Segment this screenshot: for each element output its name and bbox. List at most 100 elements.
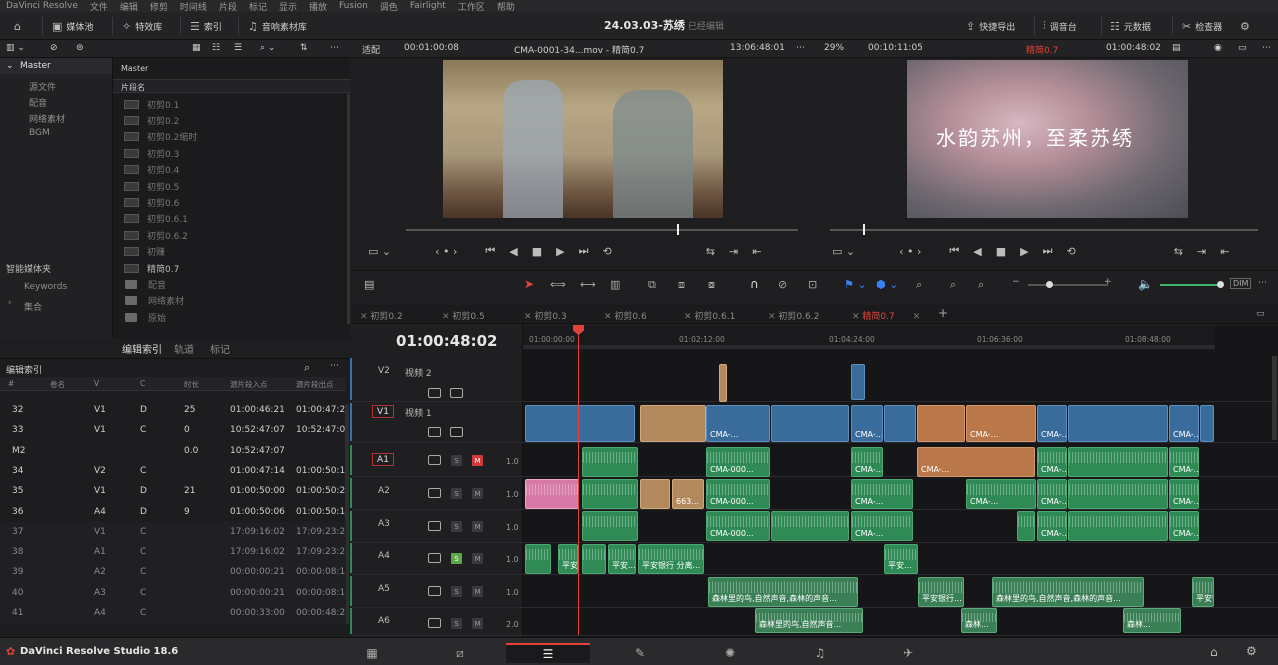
audio-clip[interactable] [719,364,727,402]
insert-clip-icon[interactable]: ⧉ [648,278,656,292]
video-clip[interactable] [884,405,916,442]
solo-button[interactable]: S [451,618,462,629]
master-bin-row[interactable]: ⌄ Master [0,58,112,74]
zoom-slider-handle[interactable] [1046,281,1053,288]
audio-clip[interactable]: CMA-... [1169,511,1199,541]
audio-clip[interactable]: 森林里的鸟,自然声音... [755,608,863,633]
lock-track-icon[interactable] [428,618,441,628]
audio-clip[interactable] [1068,511,1168,541]
audio-clip[interactable]: 森林里的鸟,自然声音,森林的声音... [992,577,1144,607]
mute-button[interactable]: M [472,488,483,499]
timeline-tab[interactable]: ✕ 初剪0.2 [360,309,403,322]
audio-clip[interactable]: CMA-... [1037,447,1067,477]
audio-clip[interactable]: CMA-... [851,479,913,509]
audio-clip[interactable] [1068,447,1168,477]
add-timeline-icon[interactable]: + [938,306,948,320]
snapping-icon[interactable]: ∩ [750,277,759,291]
mute-button[interactable]: M [472,521,483,532]
audio-clip[interactable]: CMA-... [1037,479,1067,509]
menu-app[interactable]: DaVinci Resolve [0,1,84,11]
reverse-icon[interactable]: ◀ [509,245,517,258]
bin-item-voiceover[interactable]: 配音 [29,96,47,109]
timeline-more-icon[interactable]: ⋯ [1258,278,1267,288]
timeline-tab[interactable]: ✕ 初剪0.6.1 [684,309,735,322]
volume-handle[interactable] [1217,281,1224,288]
audio-clip[interactable]: 森林... [1123,608,1181,633]
video-clip[interactable] [917,405,965,442]
color-icon[interactable]: ◉ [1214,43,1222,53]
clip-list-item[interactable]: 初剪0.4 [118,162,340,178]
film-icon[interactable] [450,388,463,398]
bin-item-bgm[interactable]: BGM [29,128,50,138]
record-zoom-dropdown[interactable]: 29% [824,43,844,53]
edl-row[interactable]: 39 A2 C 00:00:00:21 00:00:08:1 [0,562,346,583]
timeline-playhead[interactable] [578,326,579,635]
audio-clip[interactable] [525,479,579,509]
edl-row[interactable]: M2 0.0 10:52:47:07 [0,441,346,461]
record-timeline-name[interactable]: 精简0.7 [1026,43,1058,56]
audio-clip[interactable]: 平安银行... [918,577,964,607]
menu-fairlight[interactable]: Fairlight [404,1,452,11]
trim-tool-icon[interactable]: ⟺ [550,278,566,291]
record-reverse-icon[interactable]: ◀ [973,245,981,258]
replace-clip-icon[interactable]: ⧇ [708,278,715,292]
audio-clip[interactable] [1017,511,1035,541]
index-button[interactable]: ☰ 索引 [190,18,222,34]
record-playhead[interactable] [863,224,865,235]
viewer-mode-icon[interactable]: ▭ [1238,43,1247,53]
edl-row[interactable]: 34 V2 C 01:00:47:14 01:00:50:1 [0,461,346,481]
video-clip[interactable] [1068,405,1168,442]
audio-clip[interactable]: CMA-... [1037,511,1067,541]
track-id-v1[interactable]: V1 [372,405,394,418]
solo-button[interactable]: S [451,455,462,466]
source-fit-dropdown[interactable]: 适配 [362,43,380,56]
chevron-right-icon[interactable]: › [8,298,12,308]
mixer-button[interactable]: ⫶ 调音台 [1043,18,1077,34]
audio-clip[interactable]: 平安银行 分离... [638,544,704,574]
track-id-a2[interactable]: A2 [378,486,390,496]
solo-button[interactable]: S [451,521,462,532]
smart-bin-keywords[interactable]: Keywords [24,282,67,292]
track-id-a6[interactable]: A6 [378,616,390,626]
record-stop-icon[interactable]: ■ [996,245,1006,258]
source-clip-name[interactable]: CMA-0001-34...mov - 精简0.7 [514,43,644,56]
audio-clip[interactable] [582,544,606,574]
audio-clip[interactable]: CMA-000... [706,511,770,541]
record-jog-icon[interactable]: ‹ • › [899,245,921,258]
timeline-tab[interactable]: ✕ 初剪0.5 [442,309,485,322]
volume-slider[interactable] [1160,284,1220,286]
record-out-icon[interactable]: ⇤ [1220,245,1229,258]
clip-list-item[interactable]: 初剪0.1 [118,96,340,112]
record-in-icon[interactable]: ⇥ [1197,245,1206,258]
audio-clip[interactable]: CMA-... [851,447,883,477]
menu-mark[interactable]: 标记 [243,0,273,13]
clip-list-item[interactable]: 初赚 [118,244,340,260]
solo-button[interactable]: S [451,553,462,564]
filter-icon[interactable]: ⊜ [76,43,84,53]
clip-list-item[interactable]: 初剪0.2缩时 [118,129,340,145]
zoom-custom-icon[interactable]: ⌕ [978,278,984,292]
mute-button[interactable]: M [472,618,483,629]
menu-clip[interactable]: 片段 [213,0,243,13]
mute-button[interactable]: M [472,553,483,564]
timeline-panel-icon[interactable]: ▭ [1256,309,1265,319]
video-clip[interactable] [525,405,635,442]
fairlight-page-button[interactable]: ♫ [778,643,862,663]
film-icon[interactable] [450,427,463,437]
audio-clip[interactable]: CMA-... [851,511,913,541]
layout-toggle-button[interactable]: ⌂ [14,18,21,34]
edl-row[interactable]: 33 V1 C 0 10:52:47:07 10:52:47:0 [0,420,346,440]
video-clip[interactable]: CMA-... [966,405,1036,442]
fusion-page-button[interactable]: ✎ [598,643,682,663]
record-crop-icon[interactable]: ▭ ⌄ [832,245,855,258]
media-page-button[interactable]: ▦ [330,643,414,663]
lock-track-icon[interactable] [428,521,441,531]
media-pool-button[interactable]: ▣ 媒体池 [52,18,93,34]
blade-tool-icon[interactable]: ▥ [610,278,620,291]
video-clip[interactable] [1200,405,1214,442]
clip-list-item[interactable]: 原始 [118,309,340,325]
timeline-tab-active[interactable]: ✕ 精简0.7 ✕ [852,309,920,322]
audio-clip[interactable]: 森林... [961,608,997,633]
audio-clip[interactable]: 663... [672,479,704,509]
video-clip[interactable]: CMA-... [1037,405,1067,442]
